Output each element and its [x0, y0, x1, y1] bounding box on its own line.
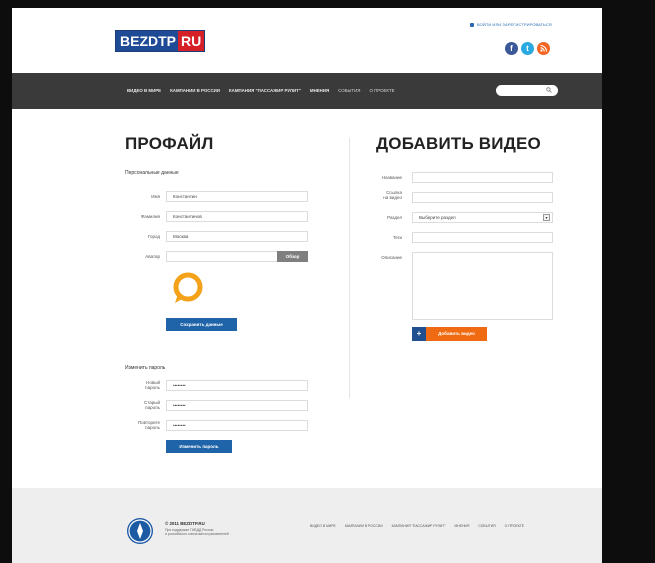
- avatar-file-field[interactable]: [166, 251, 278, 262]
- footer-link-passenger-campaign[interactable]: КАМПАНИЯ "ПАССАЖИР РУЛИТ": [392, 524, 446, 528]
- logo-text: BEZDTP: [116, 31, 178, 51]
- repeat-password-field[interactable]: ••••••••: [166, 420, 308, 431]
- section-select[interactable]: Выберите раздел ▾: [412, 212, 553, 223]
- facebook-icon[interactable]: f: [505, 42, 518, 55]
- column-divider: [349, 138, 350, 398]
- avatar-label: Аватар: [145, 254, 160, 259]
- browse-button[interactable]: Обзор: [277, 251, 308, 262]
- video-link-label-line2: на видео: [383, 195, 402, 200]
- old-password-field[interactable]: ••••••••: [166, 400, 308, 411]
- change-password-heading: Изменить пароль: [125, 365, 166, 371]
- new-password-label: Новый пароль: [127, 380, 160, 390]
- section-label: Раздел: [387, 215, 402, 220]
- footer: © 2011 BEZDTP.RU При поддержке ГИБДД Рос…: [12, 488, 602, 563]
- nav-item-campaigns-russia[interactable]: КАМПАНИИ В РОССИИ: [170, 88, 220, 93]
- old-password-label-line2: пароль: [145, 405, 160, 410]
- twitter-icon[interactable]: t: [521, 42, 534, 55]
- footer-link-about[interactable]: О ПРОЕКТЕ: [505, 524, 524, 528]
- nav-items: ВИДЕО В МИРЕ КАМПАНИИ В РОССИИ КАМПАНИЯ …: [127, 88, 395, 93]
- header: BEZDTP RU ВОЙТИ ИЛИ ЗАРЕГИСТРИРОВАТЬСЯ f…: [12, 8, 602, 73]
- video-name-label: Название: [381, 175, 402, 180]
- city-field[interactable]: Москва: [166, 231, 308, 242]
- add-video-title: ДОБАВИТЬ ВИДЕО: [376, 134, 541, 153]
- rss-icon[interactable]: [537, 42, 550, 55]
- social-links: f t: [505, 42, 550, 55]
- old-password-label: Старый пароль: [127, 400, 160, 410]
- personal-data-heading: Персональные данные: [125, 170, 179, 176]
- tags-label: Теги: [392, 235, 402, 240]
- chevron-down-icon[interactable]: ▾: [543, 214, 550, 221]
- rss-glyph: [540, 44, 548, 52]
- video-link-label: Ссылка на видео: [364, 190, 402, 200]
- change-password-button[interactable]: Изменить пароль: [166, 440, 232, 453]
- save-profile-button[interactable]: Сохранить данные: [166, 318, 237, 331]
- last-name-label: Фамилия: [140, 214, 160, 219]
- footer-link-video-world[interactable]: ВИДЕО В МИРЕ: [310, 524, 336, 528]
- first-name-label: Имя: [151, 194, 160, 199]
- main-nav: ВИДЕО В МИРЕ КАМПАНИИ В РОССИИ КАМПАНИЯ …: [12, 73, 602, 109]
- video-name-field[interactable]: [412, 172, 553, 183]
- footer-link-opinions[interactable]: МНЕНИЯ: [455, 524, 470, 528]
- footer-subtext-line2: и российского союза автострахователей: [165, 532, 229, 536]
- new-password-label-line2: пароль: [145, 385, 160, 390]
- section-select-value: Выберите раздел: [419, 215, 456, 220]
- login-link[interactable]: ВОЙТИ ИЛИ ЗАРЕГИСТРИРОВАТЬСЯ: [470, 22, 552, 27]
- search-icon[interactable]: [546, 87, 552, 93]
- add-video-button[interactable]: + Добавить видео: [412, 327, 487, 341]
- description-label: Описание: [381, 255, 402, 260]
- profile-title: ПРОФАЙЛ: [125, 134, 214, 153]
- nav-item-passenger-campaign[interactable]: КАМПАНИЯ "ПАССАЖИР РУЛИТ": [229, 88, 301, 93]
- description-textarea[interactable]: [412, 252, 553, 320]
- footer-copyright: © 2011 BEZDTP.RU: [165, 521, 205, 526]
- gibdd-emblem-icon: [127, 518, 153, 544]
- first-name-field[interactable]: Константин: [166, 191, 308, 202]
- emblem-glyph: [128, 519, 152, 543]
- repeat-password-label: Повторите пароль: [127, 420, 160, 430]
- footer-link-events[interactable]: СОБЫТИЯ: [478, 524, 495, 528]
- plus-icon: +: [412, 327, 426, 341]
- nav-item-events[interactable]: СОБЫТИЯ: [338, 88, 360, 93]
- last-name-field[interactable]: Константинов: [166, 211, 308, 222]
- logo-text-ru: RU: [178, 31, 205, 51]
- nav-item-video-world[interactable]: ВИДЕО В МИРЕ: [127, 88, 161, 93]
- footer-links: ВИДЕО В МИРЕ КАМПАНИИ В РОССИИ КАМПАНИЯ …: [310, 524, 524, 528]
- site-logo[interactable]: BEZDTP RU: [115, 30, 206, 52]
- tags-field[interactable]: [412, 232, 553, 243]
- city-label: Город: [147, 234, 160, 239]
- search-input[interactable]: [496, 85, 558, 96]
- lock-icon: [470, 22, 474, 27]
- video-link-field[interactable]: [412, 192, 553, 203]
- footer-link-campaigns-russia[interactable]: КАМПАНИИ В РОССИИ: [345, 524, 383, 528]
- login-label: ВОЙТИ ИЛИ ЗАРЕГИСТРИРОВАТЬСЯ: [477, 22, 552, 27]
- nav-item-about[interactable]: О ПРОЕКТЕ: [369, 88, 394, 93]
- new-password-field[interactable]: ••••••••: [166, 380, 308, 391]
- add-video-label: Добавить видео: [426, 327, 487, 341]
- footer-subtext: При поддержке ГИБДД России и российского …: [165, 528, 229, 536]
- repeat-password-label-line2: пароль: [145, 425, 160, 430]
- chat-bubble-icon: [173, 272, 203, 303]
- page: BEZDTP RU ВОЙТИ ИЛИ ЗАРЕГИСТРИРОВАТЬСЯ f…: [12, 8, 602, 563]
- nav-item-opinions[interactable]: МНЕНИЯ: [310, 88, 329, 93]
